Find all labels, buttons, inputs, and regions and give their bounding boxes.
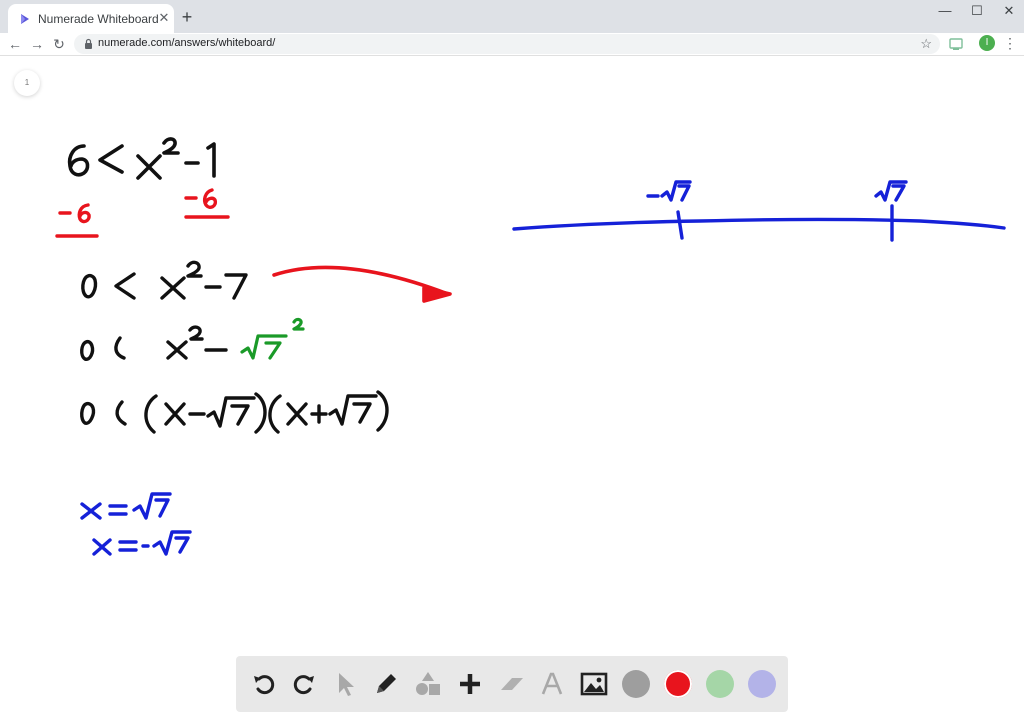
profile-avatar[interactable]: I [979,35,995,51]
ink-red-arrow [272,265,452,303]
pointer-icon[interactable] [332,670,360,698]
url-text: numerade.com/answers/whiteboard/ [98,37,276,49]
color-purple-swatch[interactable] [748,670,776,698]
back-icon[interactable]: ← [6,35,24,53]
color-red-swatch[interactable] [664,670,692,698]
whiteboard-toolbar [236,656,788,712]
ink-red-subtract [55,188,230,238]
minimize-button[interactable]: — [928,0,962,22]
ink-blue-solutions [80,492,192,556]
ink-green-sqrt7 [240,317,305,360]
ink-line-4 [80,390,389,434]
reload-icon[interactable]: ↻ [50,35,68,53]
tab-close-button[interactable]: ✕ [156,10,172,26]
menu-icon[interactable]: ⋮ [1003,35,1017,51]
new-tab-button[interactable]: + [178,8,196,26]
redo-icon[interactable] [290,670,318,698]
pencil-icon[interactable] [372,670,400,698]
bookmark-star-icon[interactable]: ☆ [920,36,932,52]
forward-icon[interactable]: → [28,35,46,53]
browser-toolbar: ← → ↻ numerade.com/answers/whiteboard/ ☆ [0,33,1024,56]
image-icon[interactable] [580,670,608,698]
browser-tab-strip: Numerade Whiteboard ✕ + — ☐ ✕ [0,0,1024,33]
ink-line-3 [80,325,228,361]
address-bar[interactable]: numerade.com/answers/whiteboard/ ☆ [74,34,940,54]
close-window-button[interactable]: ✕ [992,0,1024,22]
ink-number-line [512,180,1006,242]
color-green-swatch[interactable] [706,670,734,698]
undo-icon[interactable] [250,670,278,698]
ink-line-1 [67,137,216,180]
whiteboard-canvas[interactable] [0,56,1024,718]
browser-tab[interactable]: Numerade Whiteboard ✕ [8,4,174,33]
eraser-icon[interactable] [498,670,526,698]
text-icon[interactable] [538,670,566,698]
ink-line-2 [81,260,248,300]
color-gray-swatch[interactable] [622,670,650,698]
tab-title: Numerade Whiteboard [38,12,159,26]
numerade-logo-icon [21,14,29,24]
shapes-icon[interactable] [414,670,442,698]
maximize-button[interactable]: ☐ [960,0,994,22]
lock-icon [85,38,92,49]
plus-icon[interactable] [456,670,484,698]
extension-icon[interactable] [948,36,964,52]
